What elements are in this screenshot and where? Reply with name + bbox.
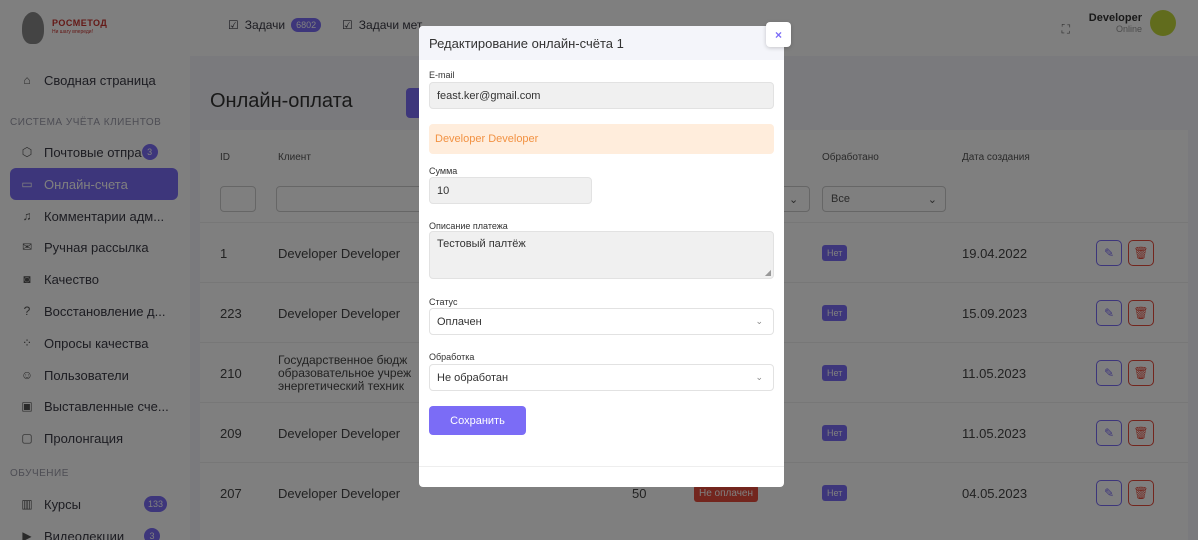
save-button[interactable]: Сохранить — [429, 406, 526, 435]
chevron-down-icon: ⌄ — [755, 372, 763, 382]
close-button[interactable]: × — [766, 22, 791, 47]
description-label: Описание платежа — [429, 221, 508, 231]
modal-title: Редактирование онлайн-счёта 1 — [419, 26, 784, 60]
description-textarea[interactable]: Тестовый палтёж ◢ — [429, 231, 774, 279]
processing-label: Обработка — [429, 352, 475, 362]
modal-footer-divider — [419, 466, 784, 467]
edit-invoice-modal: Редактирование онлайн-счёта 1 × E-mail f… — [419, 22, 791, 487]
amount-field[interactable]: 10 — [429, 177, 592, 204]
close-icon: × — [774, 27, 782, 42]
amount-label: Сумма — [429, 166, 458, 176]
client-name-banner: Developer Developer — [429, 124, 774, 154]
email-field[interactable]: feast.ker@gmail.com — [429, 82, 774, 109]
status-select[interactable]: Оплачен ⌄ — [429, 308, 774, 335]
processing-select[interactable]: Не обработан ⌄ — [429, 364, 774, 391]
email-label: E-mail — [429, 70, 455, 80]
resize-grip-icon[interactable]: ◢ — [765, 268, 771, 277]
chevron-down-icon: ⌄ — [755, 316, 763, 326]
status-label: Статус — [429, 297, 458, 307]
